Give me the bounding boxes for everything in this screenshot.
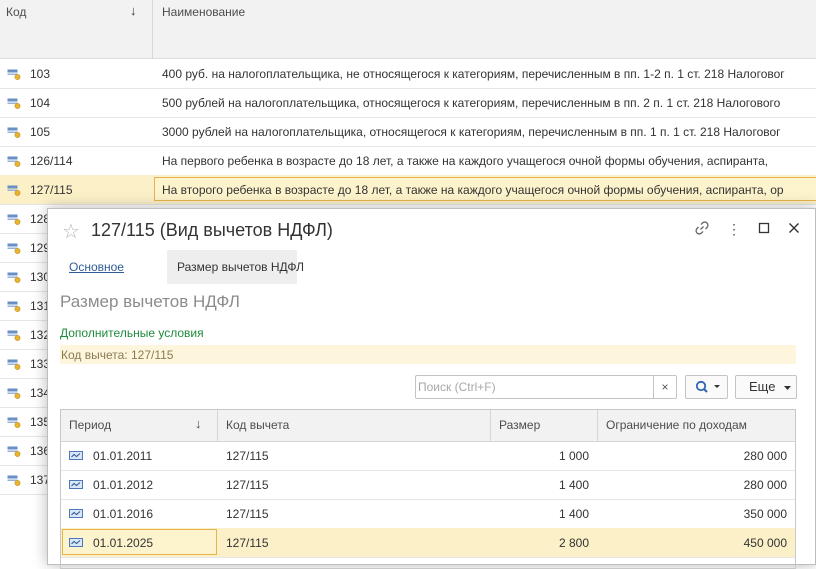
sort-down-icon: ↓ bbox=[195, 416, 202, 431]
deduction-sizes-table: Период ↓ Код вычета Размер Ограничение п… bbox=[60, 409, 796, 569]
catalog-item-icon bbox=[7, 330, 21, 341]
column-header-period-label: Период bbox=[69, 418, 112, 432]
cell-code: 127/115 bbox=[226, 507, 269, 521]
periodic-record-icon bbox=[69, 538, 83, 547]
row-name: 3000 рублей на налогоплательщика, относя… bbox=[162, 125, 781, 139]
chevron-down-icon bbox=[714, 385, 720, 388]
search-input[interactable] bbox=[416, 376, 654, 398]
row-code: 103 bbox=[30, 67, 51, 81]
extra-conditions-label[interactable]: Дополнительные условия bbox=[60, 326, 204, 340]
periodic-record-icon bbox=[69, 451, 83, 460]
catalog-item-icon bbox=[7, 185, 21, 196]
cell-period: 01.01.2012 bbox=[93, 478, 154, 492]
more-button-label: Еще bbox=[749, 379, 776, 394]
list-row[interactable]: 103 400 руб. на налогоплательщика, не отн… bbox=[0, 59, 816, 89]
cell-size: 1 400 bbox=[558, 507, 589, 521]
cell-period: 01.01.2025 bbox=[93, 536, 154, 550]
table-row[interactable]: 01.01.2025 127/115 2 800 450 000 bbox=[61, 528, 795, 558]
cell-limit: 450 000 bbox=[743, 536, 787, 550]
row-code: 126/114 bbox=[30, 154, 73, 168]
search-button[interactable] bbox=[685, 375, 728, 399]
row-name: На второго ребенка в возрасте до 18 лет,… bbox=[162, 183, 784, 197]
more-button[interactable]: Еще bbox=[735, 375, 797, 399]
cell-period: 01.01.2016 bbox=[93, 507, 154, 521]
catalog-item-icon bbox=[7, 127, 21, 138]
list-row[interactable]: 127/115 На второго ребенка в возрасте до … bbox=[0, 175, 816, 205]
catalog-item-icon bbox=[7, 69, 21, 80]
row-code: 104 bbox=[30, 96, 51, 110]
row-code: 127/115 bbox=[30, 183, 73, 197]
chevron-down-icon bbox=[784, 386, 791, 390]
cell-code: 127/115 bbox=[226, 478, 269, 492]
catalog-item-icon bbox=[7, 243, 21, 254]
catalog-item-icon bbox=[7, 214, 21, 225]
periodic-record-icon bbox=[69, 480, 83, 489]
catalog-item-icon bbox=[7, 156, 21, 167]
list-row[interactable]: 104 500 рублей на налогоплательщика, отно… bbox=[0, 88, 816, 118]
search-field: × bbox=[415, 375, 677, 399]
column-header-code-label: Код bbox=[6, 5, 27, 19]
cell-code: 127/115 bbox=[226, 449, 269, 463]
row-name: 500 рублей на налогоплательщика, относящ… bbox=[162, 96, 781, 110]
table-row[interactable]: 01.01.2016 127/115 1 400 350 000 bbox=[61, 499, 795, 529]
cell-size: 1 000 bbox=[558, 449, 589, 463]
row-name: 400 руб. на налогоплательщика, не относя… bbox=[162, 67, 785, 81]
catalog-item-icon bbox=[7, 417, 21, 428]
catalog-item-icon bbox=[7, 388, 21, 399]
column-header-code[interactable]: Код вычета bbox=[218, 410, 491, 441]
tab-deduction-sizes[interactable]: Размер вычетов НДФЛ bbox=[167, 250, 304, 284]
maximize-icon[interactable] bbox=[755, 220, 773, 238]
catalog-item-icon bbox=[7, 301, 21, 312]
cell-period: 01.01.2011 bbox=[93, 449, 153, 463]
list-row[interactable]: 126/114 На первого ребенка в возрасте до … bbox=[0, 146, 816, 176]
favorite-star-icon[interactable]: ☆ bbox=[62, 219, 80, 244]
dialog-title: 127/115 (Вид вычетов НДФЛ) bbox=[91, 220, 333, 240]
link-icon[interactable] bbox=[693, 220, 711, 238]
catalog-item-icon bbox=[7, 272, 21, 283]
close-icon[interactable] bbox=[785, 220, 803, 238]
cell-limit: 350 000 bbox=[743, 507, 787, 521]
sort-down-icon: ↓ bbox=[130, 3, 137, 18]
column-header-limit[interactable]: Ограничение по доходам bbox=[598, 410, 795, 441]
row-name: На первого ребенка в возрасте до 18 лет,… bbox=[162, 154, 769, 168]
list-row[interactable]: 105 3000 рублей на налогоплательщика, отн… bbox=[0, 117, 816, 147]
table-row[interactable]: 01.01.2012 127/115 1 400 280 000 bbox=[61, 470, 795, 500]
cell-size: 1 400 bbox=[558, 478, 589, 492]
catalog-item-icon bbox=[7, 446, 21, 457]
cell-code: 127/115 bbox=[226, 536, 269, 550]
table-row[interactable]: 01.01.2011 127/115 1 000 280 000 bbox=[61, 441, 795, 471]
more-actions-icon[interactable]: ⋮ bbox=[725, 220, 743, 238]
clear-search-icon[interactable]: × bbox=[653, 376, 676, 398]
list-header: Код ↓ Наименование bbox=[0, 0, 816, 59]
catalog-item-icon bbox=[7, 98, 21, 109]
column-header-period[interactable]: Период ↓ bbox=[61, 410, 218, 441]
deduction-code-filter: Код вычета: 127/115 bbox=[60, 345, 796, 364]
periodic-record-icon bbox=[69, 509, 83, 518]
table-header: Период ↓ Код вычета Размер Ограничение п… bbox=[61, 410, 795, 442]
column-header-name[interactable]: Наименование bbox=[162, 5, 245, 19]
catalog-item-icon bbox=[7, 475, 21, 486]
deduction-dialog: ☆ 127/115 (Вид вычетов НДФЛ) ⋮ Основное … bbox=[47, 208, 816, 569]
search-icon bbox=[695, 380, 708, 393]
cell-limit: 280 000 bbox=[743, 449, 787, 463]
column-header-size[interactable]: Размер bbox=[491, 410, 598, 441]
row-code: 105 bbox=[30, 125, 51, 139]
column-header-code[interactable]: Код ↓ bbox=[0, 0, 153, 58]
cell-limit: 280 000 bbox=[743, 478, 787, 492]
cell-size: 2 800 bbox=[558, 536, 589, 550]
catalog-item-icon bbox=[7, 359, 21, 370]
tab-main[interactable]: Основное bbox=[69, 260, 124, 274]
section-title: Размер вычетов НДФЛ bbox=[60, 292, 240, 311]
